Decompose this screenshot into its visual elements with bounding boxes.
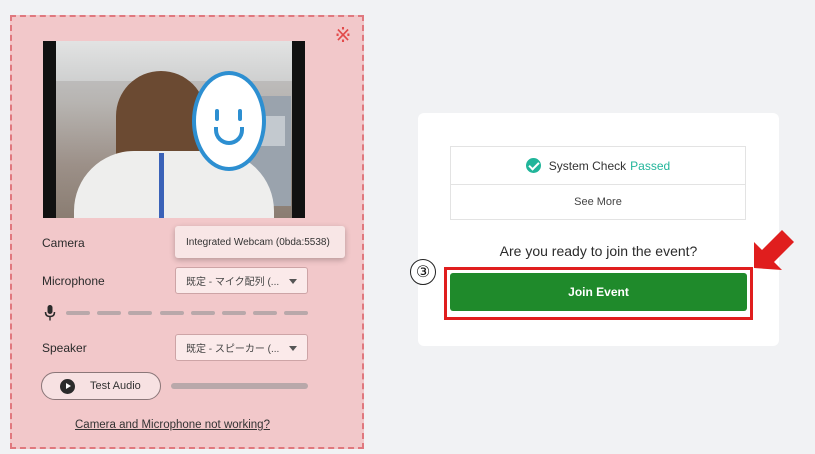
camera-select-value: Integrated Webcam (0bda:5538)	[186, 236, 330, 248]
speaker-select[interactable]: 既定 - スピーカー (...	[175, 334, 308, 361]
system-check-box: System Check Passed See More	[450, 146, 746, 220]
camera-select[interactable]: Integrated Webcam (0bda:5538)	[175, 226, 345, 258]
check-circle-icon	[525, 158, 541, 173]
microphone-label: Microphone	[42, 274, 105, 288]
step-number-badge: ③	[410, 259, 436, 285]
av-help-link[interactable]: Camera and Microphone not working?	[75, 419, 270, 431]
level-segment	[160, 311, 184, 315]
see-more-link[interactable]: See More	[451, 185, 745, 219]
dropdown-caret-icon	[289, 279, 297, 284]
camera-preview-image	[56, 41, 292, 218]
join-question: Are you ready to join the event?	[499, 243, 698, 259]
audio-progress-bar	[171, 383, 308, 389]
level-segment	[284, 311, 308, 315]
pointer-arrow-icon	[754, 230, 794, 270]
camera-preview	[43, 41, 305, 218]
level-segment	[191, 311, 215, 315]
smiley-face-icon	[192, 71, 266, 171]
camera-label: Camera	[42, 236, 85, 250]
dropdown-caret-icon	[289, 346, 297, 351]
microphone-select-value: 既定 - マイク配列 (...	[186, 277, 280, 288]
level-segment	[222, 311, 246, 315]
level-segment	[253, 311, 277, 315]
annotation-mark: ※	[334, 23, 352, 47]
system-check-status: Passed	[630, 158, 671, 173]
microphone-icon	[44, 305, 56, 321]
system-check-label: System Check	[548, 158, 627, 173]
level-segment	[66, 311, 90, 315]
join-event-card: System Check Passed See More Are you rea…	[418, 113, 779, 346]
level-segment	[128, 311, 152, 315]
test-audio-button[interactable]: Test Audio	[41, 372, 161, 400]
speaker-label: Speaker	[42, 341, 87, 355]
play-icon	[60, 379, 75, 394]
speaker-select-value: 既定 - スピーカー (...	[186, 344, 280, 355]
system-check-row: System Check Passed	[451, 147, 745, 185]
microphone-select[interactable]: 既定 - マイク配列 (...	[175, 267, 308, 294]
level-segment	[97, 311, 121, 315]
join-event-button[interactable]: Join Event	[450, 273, 747, 311]
test-audio-label: Test Audio	[90, 380, 141, 392]
